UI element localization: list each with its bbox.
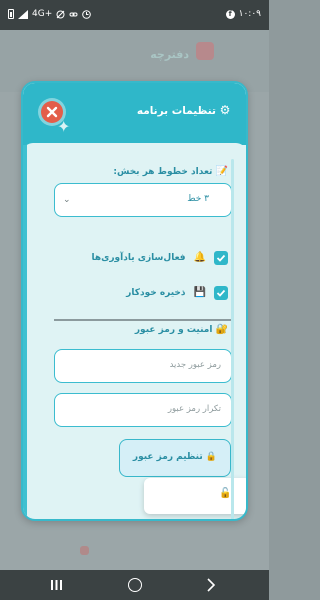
lock-icon: 🔒 bbox=[205, 452, 218, 462]
autosave-row[interactable]: 💾 ذخیره خودکار bbox=[126, 286, 228, 300]
scrollbar[interactable] bbox=[231, 159, 234, 519]
modal-title: تنظیمات برنامه bbox=[136, 105, 216, 117]
recents-icon[interactable] bbox=[50, 579, 63, 591]
lock-key-icon: 🔐 bbox=[215, 324, 228, 335]
settings-modal: ✦ ⚙ تنظیمات برنامه 📝 تعداد خطوط هر بخش: … bbox=[21, 81, 248, 521]
battery-icon bbox=[8, 9, 14, 19]
autosave-label: ذخیره خودکار bbox=[126, 288, 186, 298]
network-indicator: 4G+ bbox=[32, 9, 53, 19]
wifi-off-icon bbox=[56, 10, 65, 18]
lines-select[interactable]: ۳ خط ⌄ bbox=[54, 183, 232, 217]
chevron-down-icon: ⌄ bbox=[63, 195, 71, 205]
modal-body: 📝 تعداد خطوط هر بخش: ۳ خط ⌄ 🔔 فعال‌سازی … bbox=[23, 145, 246, 519]
heart-icon bbox=[196, 42, 214, 60]
status-left: 4G+ bbox=[8, 9, 92, 19]
status-right: ۱۰:۰۹ f bbox=[225, 9, 261, 19]
check-icon bbox=[216, 254, 226, 262]
autosave-checkbox[interactable] bbox=[214, 286, 228, 300]
status-bar: 4G+ ۱۰:۰۹ f bbox=[0, 0, 269, 30]
modal-header: ✦ ⚙ تنظیمات برنامه bbox=[23, 83, 246, 153]
floppy-icon: 💾 bbox=[193, 287, 206, 298]
lines-select-value: ۳ خط bbox=[187, 194, 209, 204]
app-title: دفترچه bbox=[150, 48, 189, 61]
reminders-checkbox[interactable] bbox=[214, 251, 228, 265]
home-icon[interactable] bbox=[128, 578, 142, 592]
set-password-label: تنظیم رمز عبور bbox=[132, 452, 203, 462]
signal-icon bbox=[18, 9, 28, 19]
lines-label-text: تعداد خطوط هر بخش: bbox=[113, 167, 213, 177]
set-password-button[interactable]: 🔒 تنظیم رمز عبور bbox=[119, 439, 231, 477]
facebook-icon: f bbox=[225, 9, 235, 19]
unlock-icon: 🔓 bbox=[219, 488, 232, 499]
back-icon[interactable] bbox=[204, 578, 216, 592]
reminders-label: فعال‌سازی یادآوری‌ها bbox=[91, 253, 186, 263]
security-label-text: امنیت و رمز عبور bbox=[134, 325, 213, 335]
divider bbox=[54, 319, 232, 321]
security-label: 🔐 امنیت و رمز عبور bbox=[134, 324, 228, 336]
navigation-bar bbox=[0, 570, 269, 600]
sparkle-icon: ✦ bbox=[57, 117, 71, 136]
memo-icon: 📝 bbox=[215, 166, 228, 177]
link-icon bbox=[69, 12, 78, 16]
clock-icon bbox=[82, 9, 92, 19]
clock-time: ۱۰:۰۹ bbox=[238, 9, 261, 19]
check-icon bbox=[216, 289, 226, 297]
lines-label: 📝 تعداد خطوط هر بخش: bbox=[113, 166, 228, 178]
repeat-password-input[interactable]: تکرار رمز عبور bbox=[54, 393, 232, 427]
gear-icon: ⚙ bbox=[219, 103, 231, 117]
footer-icon bbox=[80, 546, 89, 555]
bell-icon: 🔔 bbox=[193, 252, 206, 263]
new-password-input[interactable]: رمز عبور جدید bbox=[54, 349, 232, 383]
reminders-row[interactable]: 🔔 فعال‌سازی یادآوری‌ها bbox=[91, 251, 228, 265]
